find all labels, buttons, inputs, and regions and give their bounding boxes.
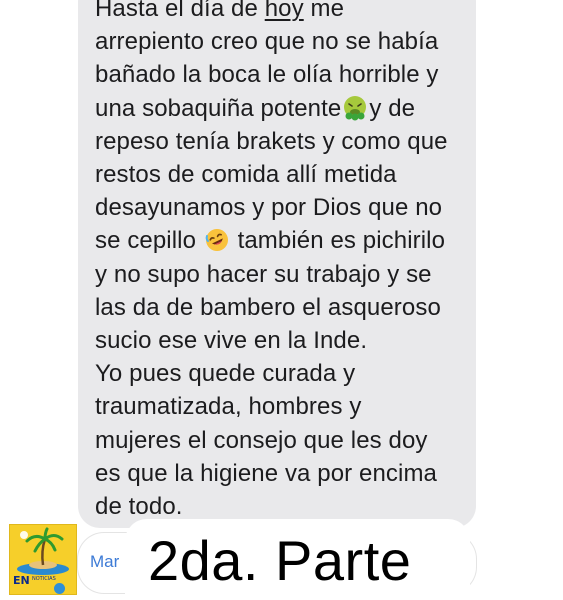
message-input-text[interactable]: Mar <box>90 552 119 572</box>
message-line-text: y de <box>369 94 416 122</box>
chat-screen: Hasta el día de hoy me arrepiento creo q… <box>0 0 563 600</box>
rolling-on-floor-laughing-emoji <box>205 229 228 252</box>
nauseated-face-emoji <box>344 95 367 121</box>
message-line: es que la higiene va por encima <box>95 459 437 487</box>
message-line: Yo pues quede curada y <box>95 360 356 388</box>
message-line: restos de comida allí metida <box>95 161 397 189</box>
logo-subtext: NOTICIAS <box>32 576 56 582</box>
message-line: bañado la boca le olía horrible y <box>95 61 439 89</box>
message-line: arrepiento creo que no se había <box>95 28 439 56</box>
message-line: desayunamos y por Dios que no <box>95 194 443 222</box>
message-line: y no supo hacer su trabajo y se <box>95 260 432 288</box>
message-line: Hasta el día de hoy me <box>95 0 470 25</box>
message-line-text: Hasta el día de <box>95 0 265 22</box>
message-line-text: también es pichirilo <box>230 227 446 255</box>
logo-text: EN <box>13 574 30 587</box>
message-line-text: me <box>303 0 345 22</box>
underlined-word[interactable]: hoy <box>265 0 304 22</box>
message-text: Hasta el día de hoy me arrepiento creo q… <box>95 0 470 523</box>
message-line: una sobaquiña potente y de <box>95 92 470 125</box>
message-line-text: una sobaquiña potente <box>95 94 342 122</box>
channel-logo: EN NOTICIAS <box>9 524 77 595</box>
caption-text: 2da. Parte <box>148 529 412 592</box>
message-line: mujeres el consejo que les doy <box>95 426 428 454</box>
message-line: repeso tenía brakets y como que <box>95 127 448 155</box>
message-line-text: se cepillo <box>95 227 203 255</box>
badge-dot <box>54 583 65 594</box>
message-line: las da de bambero el asqueroso <box>95 293 441 321</box>
message-line: traumatizada, hombres y <box>95 393 362 421</box>
message-line: se cepillo también es pichirilo <box>95 224 470 257</box>
message-line: sucio ese vive en la Inde. <box>95 327 368 355</box>
